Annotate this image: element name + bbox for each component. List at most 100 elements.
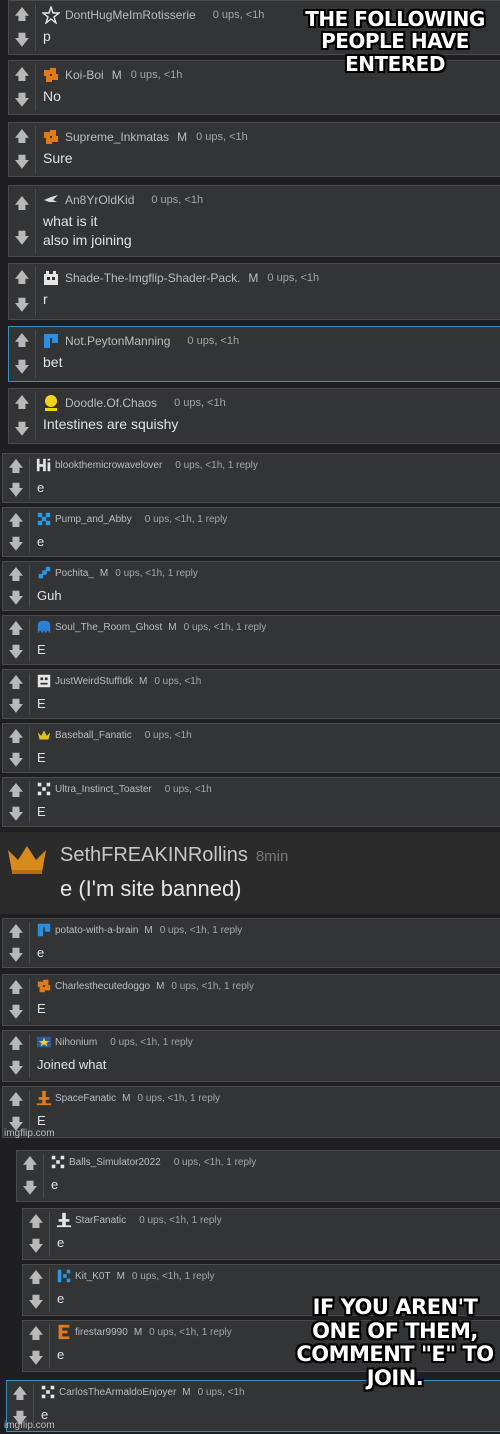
username[interactable]: Ultra_Instinct_Toaster — [55, 784, 152, 795]
down-arrow-icon[interactable]: 🡇 — [14, 231, 29, 246]
blue-ghost-icon[interactable] — [36, 619, 52, 635]
comment-header: Soul_The_Room_Ghost M 0 ups, <1h, 1 repl… — [36, 619, 266, 635]
up-arrow-icon[interactable]: 🡅 — [28, 1270, 43, 1285]
robot-icon[interactable] — [42, 269, 60, 287]
blue-diagonal-icon[interactable] — [36, 565, 52, 581]
username[interactable]: Not.PeytonManning — [65, 334, 170, 348]
down-arrow-icon[interactable]: 🡇 — [8, 947, 23, 963]
banned-username[interactable]: SethFREAKINRollins 8min — [60, 844, 288, 867]
vote-divider — [49, 1324, 50, 1368]
vote-controls: 🡅 🡇 — [3, 454, 29, 502]
blue-x-icon[interactable] — [36, 511, 52, 527]
username[interactable]: SpaceFanatic — [55, 1093, 116, 1104]
blue-pixel-icon[interactable] — [36, 922, 52, 938]
white-tower-icon[interactable] — [56, 1212, 72, 1228]
bird-icon[interactable] — [42, 191, 60, 209]
blue-pixel-icon[interactable] — [42, 332, 60, 350]
username[interactable]: Baseball_Fanatic — [55, 730, 132, 741]
up-arrow-icon[interactable]: 🡅 — [8, 728, 23, 744]
up-arrow-icon[interactable]: 🡅 — [8, 620, 23, 636]
down-arrow-icon[interactable]: 🡇 — [8, 1061, 23, 1076]
username[interactable]: Supreme_Inkmatas — [65, 130, 169, 144]
up-arrow-icon[interactable]: 🡅 — [14, 66, 29, 82]
hi-icon[interactable] — [36, 457, 52, 473]
username[interactable]: Balls_Simulator2022 — [69, 1157, 161, 1168]
down-arrow-icon[interactable]: 🡇 — [8, 644, 23, 660]
down-arrow-icon[interactable]: 🡇 — [14, 33, 29, 48]
down-arrow-icon[interactable]: 🡇 — [8, 752, 23, 768]
white-face-icon[interactable] — [36, 673, 52, 689]
comment-meta: 0 ups, <1h, 1 reply — [171, 980, 254, 992]
up-arrow-icon[interactable]: 🡅 — [14, 395, 29, 410]
orange-pixel-icon[interactable] — [36, 978, 52, 994]
username[interactable]: Kit_K0T — [75, 1271, 111, 1282]
up-arrow-icon[interactable]: 🡅 — [8, 674, 23, 690]
username[interactable]: Doodle.Of.Chaos — [65, 396, 157, 410]
up-arrow-icon[interactable]: 🡅 — [22, 1156, 37, 1171]
up-arrow-icon[interactable]: 🡅 — [8, 566, 23, 582]
down-arrow-icon[interactable]: 🡇 — [28, 1239, 43, 1254]
down-arrow-icon[interactable]: 🡇 — [22, 1181, 37, 1196]
vote-controls: 🡅 🡇 — [3, 724, 29, 772]
down-arrow-icon[interactable]: 🡇 — [8, 806, 23, 822]
up-arrow-icon[interactable]: 🡅 — [8, 923, 23, 939]
white-pixel-icon[interactable] — [40, 1384, 56, 1400]
down-arrow-icon[interactable]: 🡇 — [28, 1295, 43, 1310]
up-arrow-icon[interactable]: 🡅 — [28, 1326, 43, 1341]
username[interactable]: Charlesthecutedoggo — [55, 981, 150, 992]
up-arrow-icon[interactable]: 🡅 — [8, 1092, 23, 1107]
username[interactable]: firestar9990 — [75, 1327, 128, 1338]
up-arrow-icon[interactable]: 🡅 — [8, 782, 23, 798]
orange-tower-icon[interactable] — [36, 1090, 52, 1106]
up-arrow-icon[interactable]: 🡅 — [12, 1386, 27, 1401]
down-arrow-icon[interactable]: 🡇 — [14, 155, 29, 170]
username[interactable]: Soul_The_Room_Ghost — [55, 622, 162, 633]
username[interactable]: Pump_and_Abby — [55, 514, 132, 525]
down-arrow-icon[interactable]: 🡇 — [28, 1351, 43, 1366]
username[interactable]: Pochita_ — [55, 568, 94, 579]
down-arrow-icon[interactable]: 🡇 — [8, 482, 23, 498]
down-arrow-icon[interactable]: 🡇 — [14, 297, 29, 313]
banned-username-text[interactable]: SethFREAKINRollins — [60, 844, 248, 866]
username[interactable]: StarFanatic — [75, 1215, 126, 1226]
star-icon[interactable] — [41, 4, 61, 26]
up-arrow-icon[interactable]: 🡅 — [14, 128, 29, 144]
up-arrow-icon[interactable]: 🡅 — [8, 1036, 23, 1051]
down-arrow-icon[interactable]: 🡇 — [14, 93, 29, 108]
down-arrow-icon[interactable]: 🡇 — [8, 590, 23, 606]
username[interactable]: Shade-The-Imgflip-Shader-Pack. — [65, 271, 240, 285]
up-arrow-icon[interactable]: 🡅 — [14, 333, 29, 348]
down-arrow-icon[interactable]: 🡇 — [14, 360, 29, 375]
orange-e-icon[interactable] — [56, 1324, 72, 1340]
username[interactable]: blookthemicrowavelover — [55, 460, 162, 471]
up-arrow-icon[interactable]: 🡅 — [8, 512, 23, 528]
username[interactable]: DontHugMeImRotisserie — [65, 8, 196, 22]
username[interactable]: CarlosTheArmaldoEnjoyer — [59, 1387, 176, 1398]
comment: 🡅 🡇 potato-with-a-brain M 0 ups, <1h, 1 … — [2, 918, 500, 968]
up-arrow-icon[interactable]: 🡅 — [14, 270, 29, 285]
white-pixel-icon[interactable] — [50, 1154, 66, 1170]
blue-k-icon[interactable] — [56, 1268, 72, 1284]
comment: 🡅 🡇 Nihonium 0 ups, <1h, 1 reply Joined … — [2, 1030, 500, 1082]
white-pixel-icon[interactable] — [36, 781, 52, 797]
orange-pixel-icon[interactable] — [42, 128, 60, 146]
down-arrow-icon[interactable]: 🡇 — [14, 422, 29, 437]
username[interactable]: Koi-Boi — [65, 68, 104, 82]
up-arrow-icon[interactable]: 🡅 — [28, 1214, 43, 1229]
username[interactable]: JustWeirdStuffIdk — [55, 676, 133, 687]
up-arrow-icon[interactable]: 🡅 — [14, 6, 29, 22]
orange-pixel-icon[interactable] — [42, 66, 60, 84]
down-arrow-icon[interactable]: 🡇 — [8, 1005, 23, 1020]
username[interactable]: Nihonium — [55, 1037, 97, 1048]
star-flag-icon[interactable] — [36, 1034, 52, 1050]
crown-icon[interactable] — [36, 727, 52, 743]
down-arrow-icon[interactable]: 🡇 — [8, 536, 23, 552]
up-arrow-icon[interactable]: 🡅 — [14, 196, 29, 211]
username[interactable]: potato-with-a-brain — [55, 925, 138, 936]
yellow-person-icon[interactable] — [42, 394, 60, 412]
comment-text: e — [37, 480, 45, 495]
up-arrow-icon[interactable]: 🡅 — [8, 458, 23, 474]
up-arrow-icon[interactable]: 🡅 — [8, 980, 23, 995]
username[interactable]: An8YrOldKid — [65, 193, 134, 207]
down-arrow-icon[interactable]: 🡇 — [8, 698, 23, 714]
